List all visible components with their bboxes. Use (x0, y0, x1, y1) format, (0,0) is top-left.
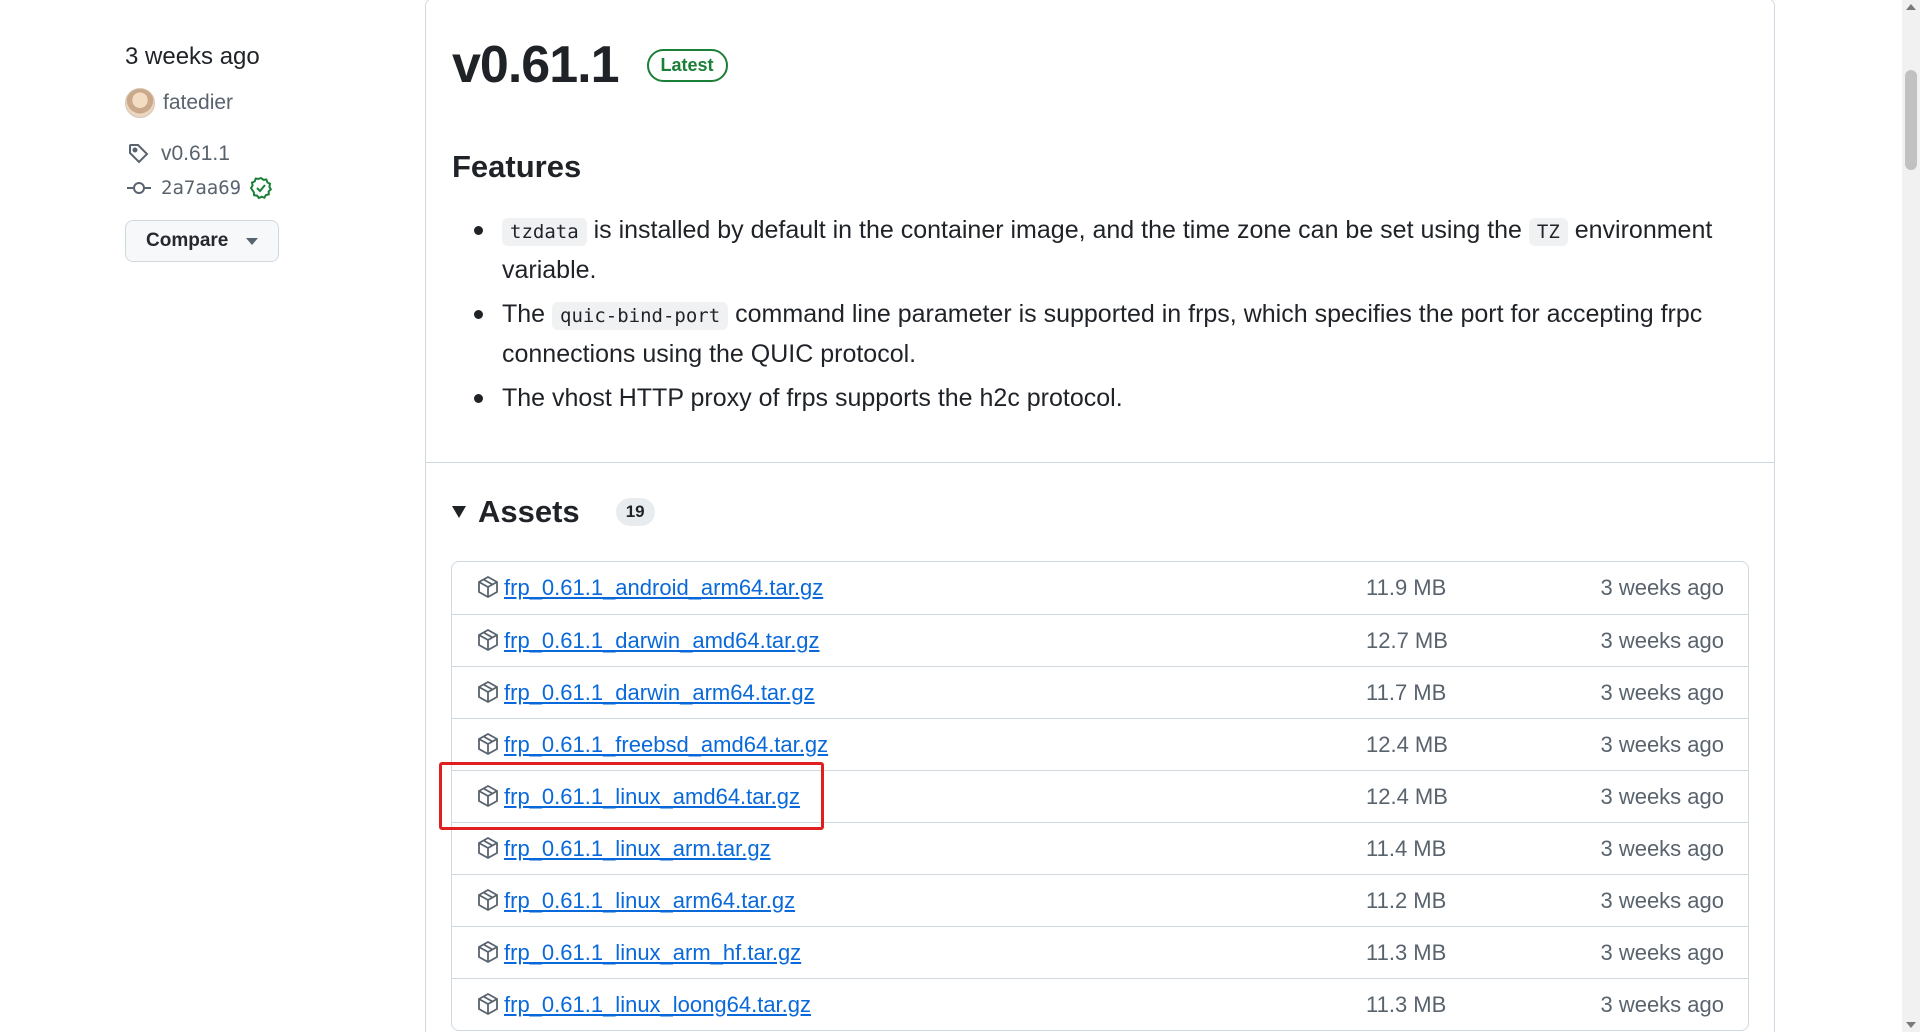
latest-badge: Latest (646, 48, 728, 82)
asset-row: frp_0.61.1_linux_loong64.tar.gz 11.3 MB … (452, 978, 1748, 1030)
asset-date: 3 weeks ago (1600, 835, 1724, 861)
package-icon (476, 680, 502, 706)
tag-icon (125, 140, 153, 168)
feature-item: The quic-bind-port command line paramete… (452, 295, 1742, 373)
assets-list: frp_0.61.1_android_arm64.tar.gz 11.9 MB … (451, 561, 1749, 1031)
package-icon (476, 992, 502, 1018)
section-divider (426, 462, 1774, 463)
code-tz: TZ (1528, 218, 1568, 246)
code-quic-bind-port: quic-bind-port (552, 302, 729, 330)
asset-size: 11.4 MB (1366, 835, 1447, 861)
release-title[interactable]: v0.61.1 (452, 35, 619, 95)
asset-row: frp_0.61.1_linux_arm64.tar.gz 11.2 MB 3 … (452, 874, 1748, 926)
compare-button[interactable]: Compare (125, 220, 280, 262)
asset-link[interactable]: frp_0.61.1_freebsd_amd64.tar.gz (476, 732, 828, 758)
asset-link[interactable]: frp_0.61.1_linux_arm_hf.tar.gz (476, 940, 801, 966)
git-commit-icon (125, 174, 153, 202)
package-icon (476, 575, 502, 601)
asset-size: 11.2 MB (1366, 887, 1447, 913)
scroll-thumb[interactable] (1905, 70, 1917, 170)
asset-link[interactable]: frp_0.61.1_linux_amd64.tar.gz (476, 784, 800, 810)
collapse-triangle-icon[interactable] (452, 506, 466, 518)
commit-sha[interactable]: 2a7aa69 (161, 177, 241, 199)
asset-size: 12.7 MB (1366, 627, 1448, 653)
author-row[interactable]: fatedier (125, 88, 425, 118)
release-card: v0.61.1 Latest Features tzdata is instal… (425, 0, 1775, 1032)
package-icon (476, 940, 502, 966)
commit-row[interactable]: 2a7aa69 (125, 174, 425, 202)
asset-link[interactable]: frp_0.61.1_android_arm64.tar.gz (476, 575, 823, 601)
asset-size: 11.3 MB (1366, 939, 1447, 965)
asset-size: 12.4 MB (1366, 731, 1448, 757)
asset-row: frp_0.61.1_linux_arm.tar.gz 11.4 MB 3 we… (452, 822, 1748, 874)
asset-date: 3 weeks ago (1600, 783, 1724, 809)
scroll-down-arrow-icon[interactable] (1906, 1022, 1916, 1028)
feature-item: tzdata is installed by default in the co… (452, 211, 1742, 289)
release-header: v0.61.1 Latest (452, 35, 728, 95)
asset-size: 11.3 MB (1366, 991, 1447, 1017)
asset-row: frp_0.61.1_linux_arm_hf.tar.gz 11.3 MB 3… (452, 926, 1748, 978)
asset-size: 11.7 MB (1366, 679, 1447, 705)
asset-row: frp_0.61.1_darwin_arm64.tar.gz 11.7 MB 3… (452, 666, 1748, 718)
author-avatar[interactable] (125, 88, 155, 118)
code-tzdata: tzdata (502, 218, 587, 246)
assets-summary[interactable]: Assets 19 (452, 494, 655, 530)
vertical-scrollbar[interactable] (1902, 0, 1920, 1032)
features-heading: Features (452, 149, 582, 184)
package-icon (476, 836, 502, 862)
asset-size: 12.4 MB (1366, 783, 1448, 809)
release-time: 3 weeks ago (125, 43, 260, 70)
asset-size: 11.9 MB (1366, 575, 1447, 600)
asset-link[interactable]: frp_0.61.1_darwin_arm64.tar.gz (476, 680, 815, 706)
asset-date: 3 weeks ago (1600, 627, 1724, 653)
package-icon (476, 784, 502, 810)
asset-date: 3 weeks ago (1600, 939, 1724, 965)
asset-row: frp_0.61.1_linux_amd64.tar.gz 12.4 MB 3 … (452, 770, 1748, 822)
asset-link[interactable]: frp_0.61.1_linux_loong64.tar.gz (476, 992, 811, 1018)
compare-label: Compare (146, 230, 229, 251)
release-sidebar: 3 weeks ago fatedier v0.61.1 2a7aa69 Com… (125, 40, 425, 262)
asset-row: frp_0.61.1_android_arm64.tar.gz 11.9 MB … (452, 562, 1748, 614)
verified-check-icon[interactable] (249, 176, 273, 200)
asset-row: frp_0.61.1_darwin_amd64.tar.gz 12.7 MB 3… (452, 614, 1748, 666)
asset-date: 3 weeks ago (1600, 991, 1724, 1017)
asset-link[interactable]: frp_0.61.1_linux_arm.tar.gz (476, 836, 771, 862)
asset-date: 3 weeks ago (1600, 575, 1724, 600)
features-list: tzdata is installed by default in the co… (452, 211, 1742, 423)
feature-item: The vhost HTTP proxy of frps supports th… (452, 379, 1742, 417)
scroll-up-arrow-icon[interactable] (1906, 4, 1916, 10)
assets-heading[interactable]: Assets (478, 494, 580, 530)
asset-link[interactable]: frp_0.61.1_linux_arm64.tar.gz (476, 888, 795, 914)
package-icon (476, 732, 502, 758)
tag-row[interactable]: v0.61.1 (125, 140, 425, 168)
asset-date: 3 weeks ago (1600, 887, 1724, 913)
chevron-down-icon (246, 237, 259, 245)
asset-link[interactable]: frp_0.61.1_darwin_amd64.tar.gz (476, 628, 820, 654)
asset-row: frp_0.61.1_freebsd_amd64.tar.gz 12.4 MB … (452, 718, 1748, 770)
asset-date: 3 weeks ago (1600, 731, 1724, 757)
asset-date: 3 weeks ago (1600, 679, 1724, 705)
tag-name[interactable]: v0.61.1 (161, 142, 230, 166)
package-icon (476, 888, 502, 914)
assets-count-badge: 19 (615, 498, 655, 526)
package-icon (476, 628, 502, 654)
author-name[interactable]: fatedier (163, 91, 233, 115)
